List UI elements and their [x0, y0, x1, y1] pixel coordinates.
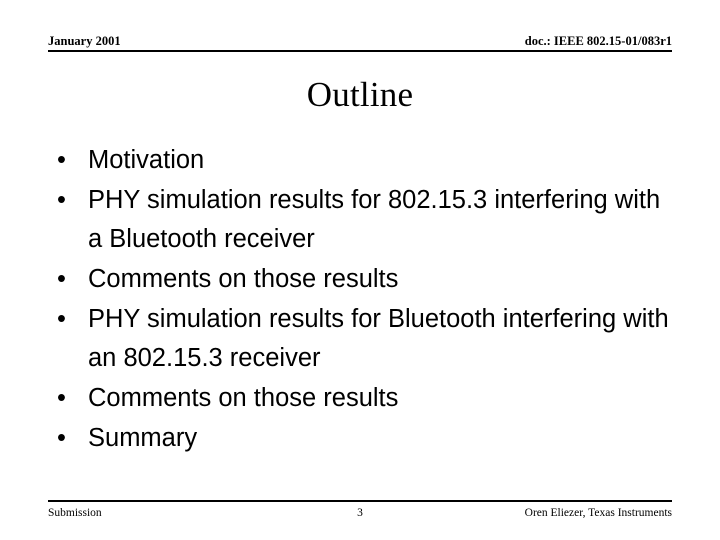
bullet-point-icon: •: [57, 424, 66, 452]
bullet-point-icon: •: [57, 265, 66, 293]
footer-divider-rule: [48, 500, 672, 502]
bullet-point-icon: •: [57, 186, 66, 214]
list-item-label: Comments on those results: [88, 265, 399, 293]
list-item: • PHY simulation results for 802.15.3 in…: [48, 181, 678, 259]
list-item: • Summary: [48, 419, 678, 458]
footer-text-row: Submission 3 Oren Eliezer, Texas Instrum…: [48, 506, 672, 522]
bullet-list: • Motivation • PHY simulation results fo…: [48, 141, 678, 459]
slide-canvas: January 2001 doc.: IEEE 802.15-01/083r1 …: [0, 0, 720, 540]
header-date: January 2001: [48, 34, 121, 48]
list-item: • PHY simulation results for Bluetooth i…: [48, 300, 678, 378]
bullet-point-icon: •: [57, 305, 66, 333]
header-divider-rule: [48, 50, 672, 52]
bullet-point-icon: •: [57, 384, 66, 412]
slide-header: January 2001 doc.: IEEE 802.15-01/083r1: [48, 30, 672, 54]
list-item-label: Comments on those results: [88, 384, 399, 412]
header-text-row: January 2001 doc.: IEEE 802.15-01/083r1: [48, 30, 672, 48]
list-item-label: Motivation: [88, 146, 205, 174]
footer-author-label: Oren Eliezer, Texas Instruments: [524, 507, 672, 519]
slide-title: Outline: [306, 75, 414, 114]
list-item-label: Summary: [88, 424, 198, 452]
list-item: • Comments on those results: [48, 379, 678, 418]
slide-footer: Submission 3 Oren Eliezer, Texas Instrum…: [48, 500, 672, 530]
list-item-label: PHY simulation results for 802.15.3 inte…: [88, 186, 661, 253]
list-item: • Motivation: [48, 141, 678, 180]
list-item-label: PHY simulation results for Bluetooth int…: [88, 305, 669, 372]
header-doc-reference: doc.: IEEE 802.15-01/083r1: [524, 34, 672, 48]
bullet-point-icon: •: [57, 146, 66, 174]
list-item: • Comments on those results: [48, 260, 678, 299]
